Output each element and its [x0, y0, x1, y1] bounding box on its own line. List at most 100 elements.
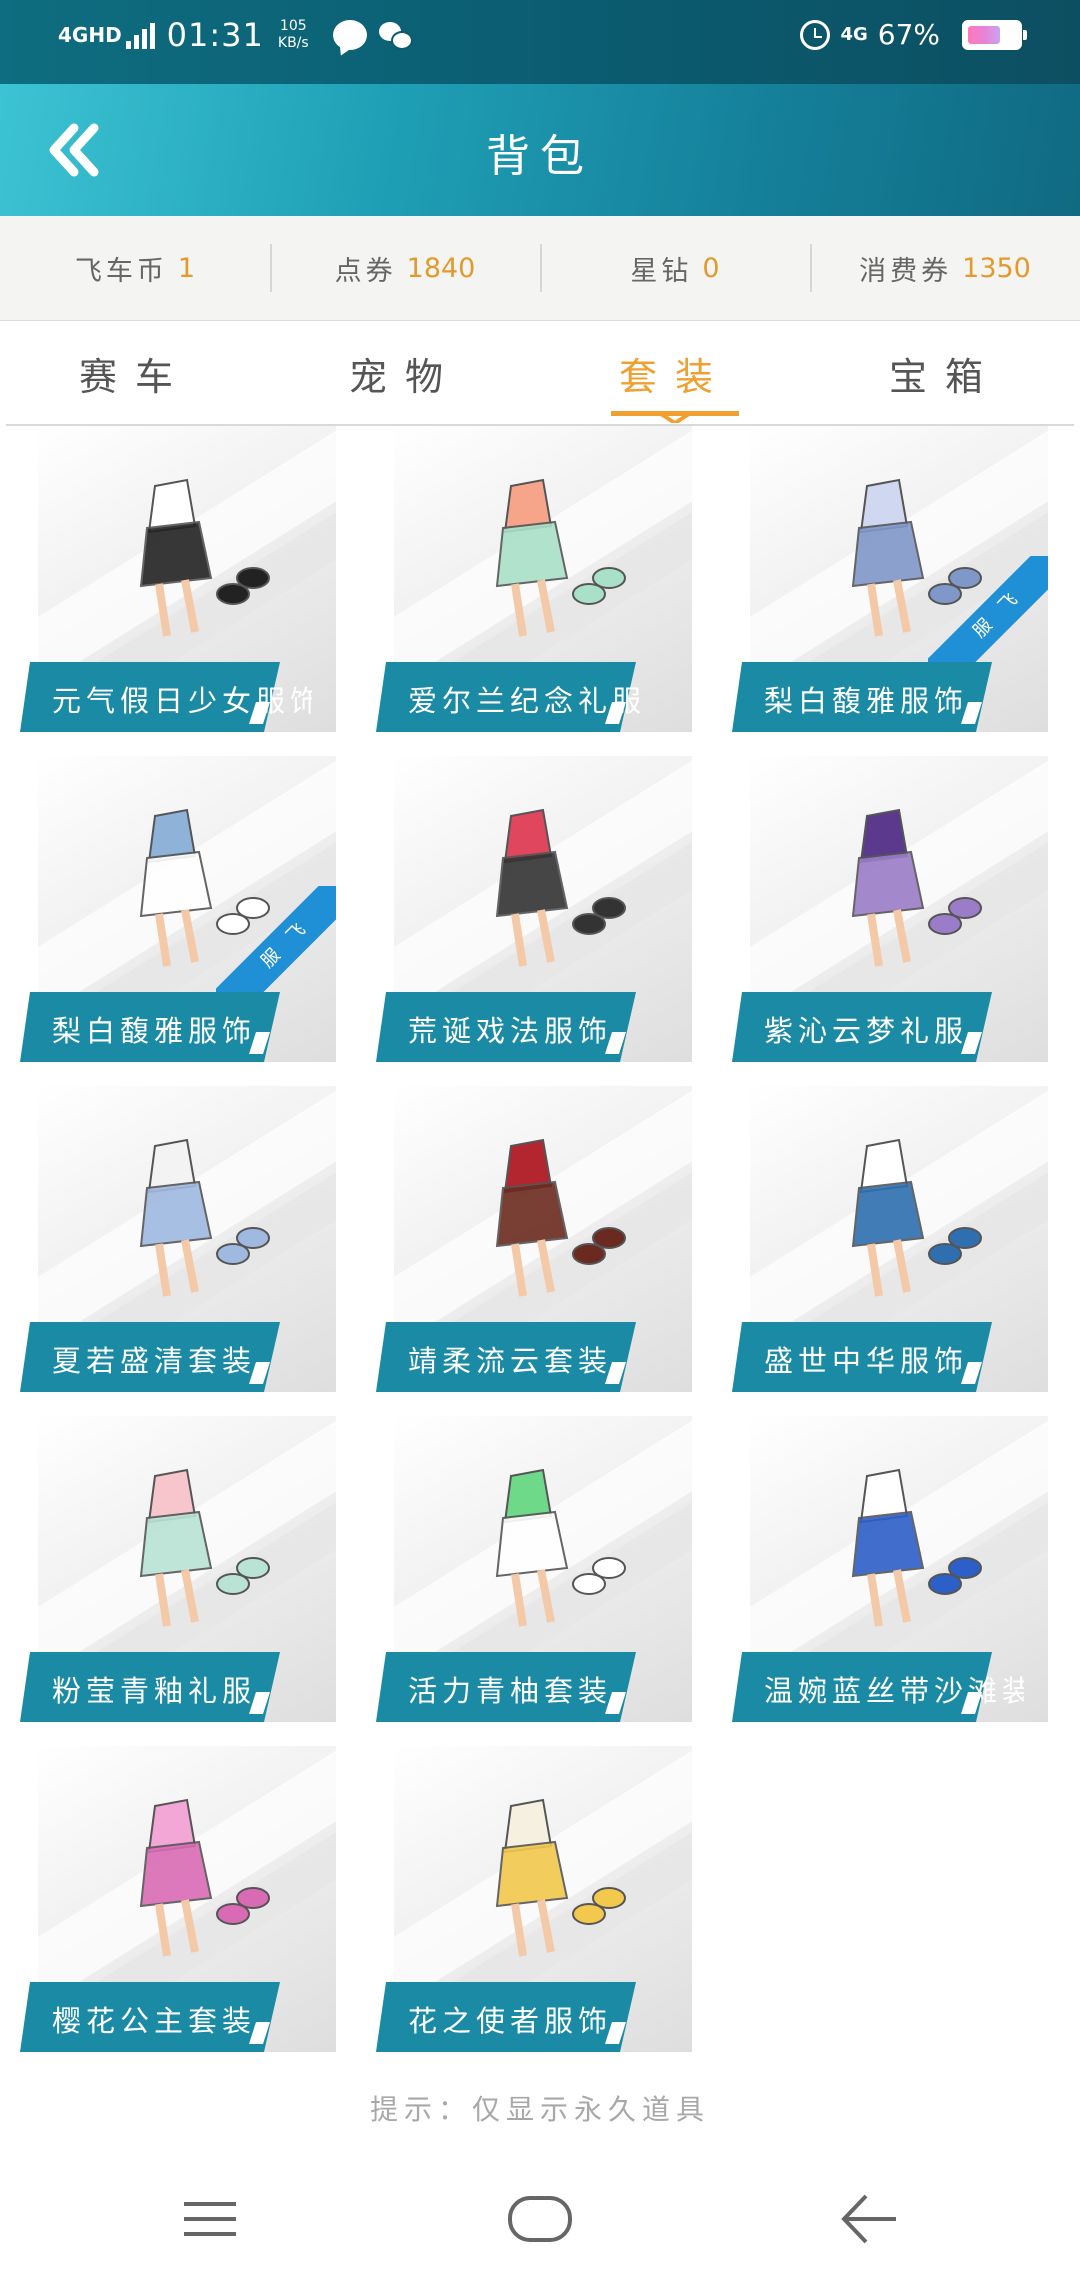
outfit-name: 活力青柚套装 [408, 1674, 613, 1708]
nav-menu-button[interactable] [170, 2184, 250, 2254]
currency-value: 1840 [406, 252, 476, 284]
outfit-image [139, 1138, 270, 1297]
outfit-name: 盛世中华服饰 [764, 1344, 969, 1378]
outfit-name-banner: 盛世中华服饰 [732, 1322, 992, 1392]
currency-bar: 飞车币 1 点券 1840 星钻 0 消费券 1350 [0, 216, 1080, 321]
outfit-name: 荒诞戏法服饰 [408, 1014, 613, 1048]
tab-chests[interactable]: 宝箱 [810, 321, 1080, 425]
outfit-card[interactable]: 樱花公主套装 [20, 1746, 336, 2052]
outfit-card[interactable]: 元气假日少女服饰 [20, 426, 336, 732]
message-icon [332, 20, 367, 50]
outfit-card[interactable]: 温婉蓝丝带沙滩装 [732, 1416, 1048, 1722]
badge-text: 服 飞 [216, 886, 336, 1006]
outfit-name: 靖柔流云套装 [408, 1344, 613, 1378]
tab-outfits[interactable]: 套装 [540, 321, 810, 425]
nav-home-button[interactable] [500, 2184, 580, 2254]
outfit-image [495, 1468, 626, 1627]
outfit-image [139, 478, 270, 637]
outfit-name: 元气假日少女服饰 [52, 684, 312, 718]
tab-indicator-icon [611, 411, 739, 423]
outfit-name: 爱尔兰纪念礼服 [408, 684, 647, 718]
outfit-name-banner: 荒诞戏法服饰 [376, 992, 636, 1062]
outfit-card[interactable]: 花之使者服饰 [376, 1746, 692, 2052]
currency-label: 点券 [334, 255, 397, 287]
outfit-card[interactable]: 爱尔兰纪念礼服 [376, 426, 692, 732]
battery-percent: 67% [877, 18, 940, 51]
outfit-name: 梨白馥雅服饰 [52, 1014, 257, 1048]
mobile-data-type: 4G [840, 24, 868, 45]
outfit-name: 樱花公主套装 [52, 2004, 257, 2038]
outfit-card[interactable]: 服 飞梨白馥雅服饰 [20, 756, 336, 1062]
speed-value: 105 [279, 18, 307, 34]
currency-voucher: 消费券 1350 [810, 216, 1080, 320]
outfit-name-banner: 活力青柚套装 [376, 1652, 636, 1722]
outfit-name: 温婉蓝丝带沙滩装 [764, 1674, 1024, 1708]
outfit-name-banner: 梨白馥雅服饰 [732, 662, 992, 732]
outfit-image [139, 1798, 270, 1957]
currency-label: 消费券 [859, 255, 953, 287]
outfit-name: 夏若盛清套装 [52, 1344, 257, 1378]
speed-unit: KB/s [277, 35, 309, 51]
nav-back-button[interactable] [830, 2184, 910, 2254]
home-icon [508, 2196, 572, 2242]
outfit-image [495, 808, 626, 967]
page-title: 背包 [486, 131, 594, 182]
outfit-card[interactable]: 粉莹青釉礼服 [20, 1416, 336, 1722]
outfit-image [495, 1138, 626, 1297]
outfit-image [139, 1468, 270, 1627]
outfit-name-banner: 梨白馥雅服饰 [20, 992, 280, 1062]
outfit-name: 梨白馥雅服饰 [764, 684, 969, 718]
server-badge: 服 飞 [216, 886, 336, 1006]
tab-label: 套装 [618, 354, 731, 399]
outfit-image [495, 1798, 626, 1957]
tab-label: 赛车 [78, 354, 191, 399]
currency-coin: 飞车币 1 [0, 216, 270, 320]
app-header: 背包 [0, 84, 1080, 216]
outfit-name-banner: 靖柔流云套装 [376, 1322, 636, 1392]
outfit-card[interactable]: 靖柔流云套装 [376, 1086, 692, 1392]
outfit-name-banner: 夏若盛清套装 [20, 1322, 280, 1392]
outfit-card[interactable]: 服 飞梨白馥雅服饰 [732, 426, 1048, 732]
outfit-card[interactable]: 活力青柚套装 [376, 1416, 692, 1722]
back-arrow-icon [841, 2194, 896, 2244]
status-left: 4GHD 01:31 105 KB/s [58, 16, 413, 54]
outfit-name-banner: 元气假日少女服饰 [20, 662, 312, 732]
currency-label: 星钻 [630, 255, 693, 287]
system-nav-bar [0, 2160, 1080, 2280]
outfit-name-banner: 爱尔兰纪念礼服 [376, 662, 641, 732]
battery-icon [962, 19, 1027, 50]
outfit-card[interactable]: 荒诞戏法服饰 [376, 756, 692, 1062]
currency-label: 飞车币 [74, 255, 168, 287]
currency-value: 1 [177, 252, 196, 284]
outfit-name-banner: 花之使者服饰 [376, 1982, 636, 2052]
network-speed: 105 KB/s [278, 18, 309, 52]
outfit-image [851, 1138, 982, 1297]
menu-icon [184, 2202, 236, 2236]
currency-value: 1350 [962, 252, 1031, 284]
status-right: 4G 67% [800, 18, 1027, 51]
outfit-image [495, 478, 626, 637]
currency-diamond: 星钻 0 [540, 216, 810, 320]
tab-label: 宝箱 [888, 354, 1001, 399]
tab-label: 宠物 [348, 354, 461, 399]
server-badge: 服 飞 [928, 556, 1048, 676]
outfit-name: 紫沁云梦礼服 [764, 1014, 969, 1048]
outfit-name-banner: 紫沁云梦礼服 [732, 992, 992, 1062]
currency-value: 0 [702, 252, 720, 284]
clock: 01:31 [166, 16, 264, 54]
outfit-card[interactable]: 紫沁云梦礼服 [732, 756, 1048, 1062]
tab-cars[interactable]: 赛车 [0, 321, 270, 425]
outfit-name: 花之使者服饰 [408, 2004, 613, 2038]
alarm-icon [800, 19, 831, 50]
badge-text: 服 飞 [928, 556, 1048, 676]
outfit-name-banner: 樱花公主套装 [20, 1982, 280, 2052]
outfit-card[interactable]: 夏若盛清套装 [20, 1086, 336, 1392]
outfit-image [851, 808, 982, 967]
outfit-card[interactable]: 盛世中华服饰 [732, 1086, 1048, 1392]
tab-pets[interactable]: 宠物 [270, 321, 540, 425]
wechat-icon [378, 20, 413, 50]
outfit-image [851, 1468, 982, 1627]
permanent-items-hint: 提示：仅显示永久道具 [369, 2093, 710, 2126]
signal-icon [125, 21, 155, 49]
outfit-name-banner: 温婉蓝丝带沙滩装 [732, 1652, 1024, 1722]
